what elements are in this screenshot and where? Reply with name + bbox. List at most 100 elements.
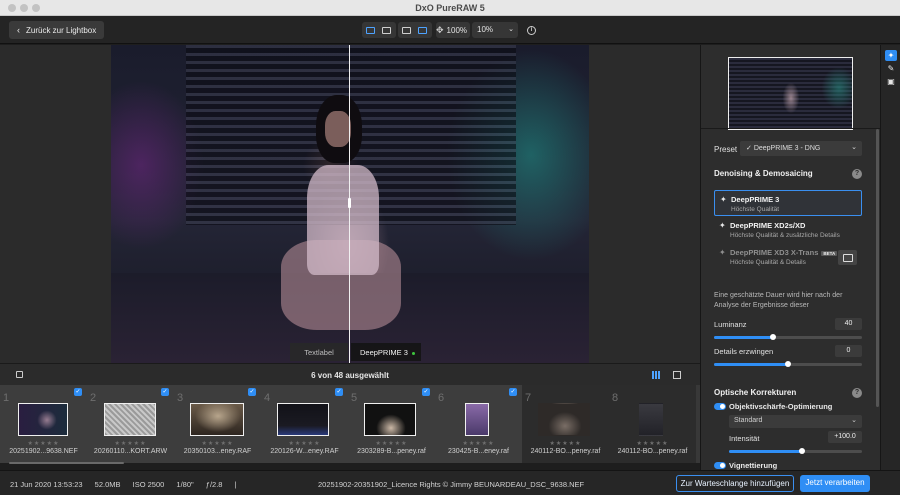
checkbox-checked-icon[interactable]: ✓	[74, 388, 82, 396]
thumbnail-4[interactable]: 4 ✓ ★★★★★ 220126-W...eney.RAF	[261, 385, 348, 463]
zoom-select[interactable]: 10% ⌄	[472, 22, 518, 38]
copyright-filename: 20251902-20351902_Licence Rights © Jimmy…	[318, 480, 585, 489]
file-size: 52.0MB	[94, 480, 121, 489]
shutter-speed: 1/80"	[176, 480, 194, 489]
details-slider-fill	[714, 363, 788, 366]
option-deepprime-3[interactable]: ✦ DeepPRIME 3 Höchste Qualität	[714, 190, 862, 216]
vignetting-toggle[interactable]	[714, 462, 726, 469]
move-icon[interactable]: ✥	[436, 22, 444, 38]
panel-scrollbar[interactable]	[876, 129, 879, 407]
image-icon[interactable]: ▣	[885, 76, 897, 87]
thumbnail-7[interactable]: 7 ★★★★★ 240112-BO...peney.raf	[522, 385, 609, 463]
navigator-thumbnail[interactable]	[728, 57, 853, 130]
photo-subject-face	[325, 111, 351, 147]
thumbnail-image	[104, 403, 156, 436]
star-rating[interactable]: ★★★★★	[435, 440, 522, 447]
thumbnail-number: 6	[438, 392, 445, 404]
preset-select[interactable]: ✓ DeepPRIME 3 - DNG ⌄	[740, 141, 862, 156]
full-view-icon	[401, 26, 411, 34]
thumbnail-number: 5	[351, 392, 358, 404]
checkbox-checked-icon[interactable]: ✓	[248, 388, 256, 396]
luminance-slider[interactable]	[714, 334, 862, 340]
feedback-comment-button[interactable]	[838, 250, 857, 265]
details-input[interactable]: 0	[835, 345, 862, 357]
back-to-lightbox-button[interactable]: ‹ Zurück zur Lightbox	[9, 21, 104, 39]
tool-rail: ✦ ✎ ▣	[880, 45, 900, 470]
thumbnail-8[interactable]: 8 ★★★★★ 240112-BO...peney.raf	[609, 385, 696, 463]
option-subtitle: Höchste Qualität & zusätzliche Details	[730, 232, 840, 239]
thumbnail-filename: 20251902...9638.NEF	[9, 448, 78, 455]
grid-view-icon[interactable]	[652, 371, 660, 379]
checkbox-checked-icon[interactable]: ✓	[161, 388, 169, 396]
luminance-input[interactable]: 40	[835, 318, 862, 330]
filmstrip-scrollbar[interactable]	[9, 462, 124, 464]
luminance-label: Luminanz	[714, 320, 747, 329]
help-icon[interactable]: ?	[852, 169, 862, 179]
checkbox-checked-icon[interactable]: ✓	[509, 388, 517, 396]
luminance-slider-fill	[714, 336, 774, 339]
option-title: DeepPRIME 3	[731, 195, 780, 204]
panel-divider	[701, 128, 881, 129]
thumbnail-6[interactable]: 6 ✓ ★★★★★ 230425-B...eney.raf	[435, 385, 522, 463]
star-rating[interactable]: ★★★★★	[261, 440, 348, 447]
lens-sharpness-select[interactable]: Standard ⌄	[729, 415, 862, 428]
eyedropper-icon[interactable]: ✎	[885, 63, 897, 74]
star-rating[interactable]: ★★★★★	[609, 440, 696, 447]
chevron-down-icon: ⌄	[508, 26, 514, 33]
status-dot-icon	[411, 351, 415, 355]
thumbnail-number: 1	[3, 392, 10, 404]
side-panel-view-button[interactable]	[378, 22, 394, 38]
optical-section-title: Optische Korrekturen	[714, 388, 797, 397]
capture-date: 21 Jun 2020 13:53:23	[10, 480, 83, 489]
thumbnail-3[interactable]: 3 ✓ ★★★★★ 20350103...eney.RAF	[174, 385, 261, 463]
info-icon[interactable]: i	[527, 26, 536, 35]
star-rating[interactable]: ★★★★★	[0, 440, 87, 447]
details-slider-handle[interactable]	[785, 361, 791, 367]
option-title: DeepPRIME XD2s/XD	[730, 221, 806, 230]
compare-split-handle[interactable]	[348, 198, 351, 208]
star-rating[interactable]: ★★★★★	[174, 440, 261, 447]
thumbnail-filename: 220126-W...eney.RAF	[270, 448, 339, 455]
checkbox-checked-icon[interactable]: ✓	[422, 388, 430, 396]
filmstrip[interactable]: 1 ✓ ★★★★★ 20251902...9638.NEF 2 ✓ ★★★★★ …	[0, 385, 700, 463]
zoom-fit-group: ✥ 100%	[436, 22, 470, 38]
process-now-button[interactable]: Jetzt verarbeiten	[800, 475, 870, 492]
thumbnail-number: 4	[264, 392, 271, 404]
thumbnail-1[interactable]: 1 ✓ ★★★★★ 20251902...9638.NEF	[0, 385, 87, 463]
intensity-slider[interactable]	[729, 448, 862, 454]
help-icon[interactable]: ?	[852, 388, 862, 398]
compare-view-icon[interactable]	[673, 371, 681, 379]
luminance-slider-handle[interactable]	[770, 334, 777, 340]
details-slider[interactable]	[714, 361, 862, 367]
thumbnail-image	[538, 403, 590, 436]
intensity-input[interactable]: +100.0	[828, 431, 862, 443]
add-to-queue-button[interactable]: Zur Warteschlange hinzufügen	[676, 475, 794, 492]
estimate-text: Eine geschätzte Dauer wird hier nach der…	[714, 292, 843, 309]
thumbnail-2[interactable]: 2 ✓ ★★★★★ 20260110...KORT.ARW	[87, 385, 174, 463]
thumbnail-filename: 20260110...KORT.ARW	[93, 448, 168, 455]
single-view-button[interactable]	[362, 22, 378, 38]
lens-sharpness-toggle[interactable]	[714, 403, 726, 410]
thumbnail-number: 8	[612, 392, 619, 404]
lens-sharpness-label: Objektivschärfe-Optimierung	[729, 402, 833, 411]
full-view-button[interactable]	[398, 22, 414, 38]
star-rating[interactable]: ★★★★★	[87, 440, 174, 447]
thumbnail-5[interactable]: 5 ✓ ★★★★★ 2303289-B...peney.raf	[348, 385, 435, 463]
photo-subject-body	[307, 165, 379, 275]
preset-select-value: DeepPRIME 3 - DNG	[753, 145, 821, 152]
split-view-button[interactable]	[414, 22, 430, 38]
star-rating[interactable]: ★★★★★	[522, 440, 609, 447]
option-subtitle: Höchste Qualität	[731, 206, 780, 213]
star-rating[interactable]: ★★★★★	[348, 440, 435, 447]
checkbox-checked-icon[interactable]: ✓	[335, 388, 343, 396]
sparkle-icon: ✦	[720, 195, 727, 204]
vignetting-label: Vignettierung	[729, 461, 778, 470]
intensity-slider-handle[interactable]	[799, 448, 806, 454]
title-bar: DxO PureRAW 5	[0, 0, 900, 16]
beta-badge: BETA	[821, 250, 838, 256]
option-deepprime-xd2s[interactable]: ✦ DeepPRIME XD2s/XD Höchste Qualität & z…	[714, 217, 862, 243]
thumbnail-number: 2	[90, 392, 97, 404]
magic-wand-icon[interactable]: ✦	[885, 50, 897, 61]
zoom-percent[interactable]: 100%	[444, 26, 470, 35]
window-title: DxO PureRAW 5	[415, 3, 485, 13]
